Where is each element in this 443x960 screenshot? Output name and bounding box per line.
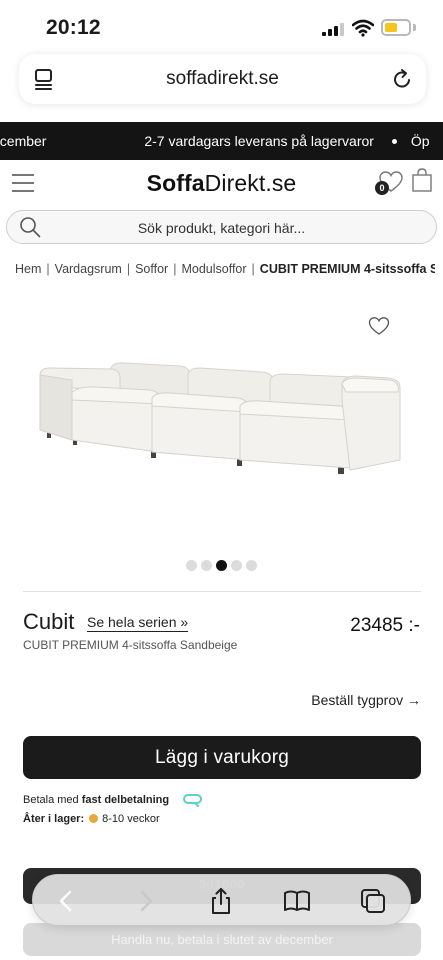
address-bar[interactable]: soffadirekt.se	[19, 54, 426, 104]
battery-icon	[381, 19, 411, 36]
product-image[interactable]	[0, 300, 443, 540]
payment-provider-icon	[183, 794, 202, 807]
browser-toolbar	[32, 874, 411, 926]
stock-status-dot	[89, 814, 99, 823]
logo-part-1: Soffa	[146, 170, 205, 196]
restock-label: Åter i lager:	[23, 813, 85, 825]
status-bar: 20:12	[0, 0, 443, 52]
logo-part-2: Direkt.se	[204, 170, 297, 196]
promo-banner: ecember 2-7 vardagars leverans på lagerv…	[0, 122, 443, 160]
bookmarks-icon[interactable]	[283, 887, 311, 915]
breadcrumb-sofas[interactable]: Soffor	[135, 262, 168, 276]
carousel-dot[interactable]	[246, 560, 257, 571]
breadcrumb-current: CUBIT PREMIUM 4-sitssoffa Sandbeige	[259, 262, 435, 276]
product-name: Cubit	[23, 609, 75, 634]
promo-separator	[391, 138, 397, 144]
divider	[23, 591, 421, 592]
bottom-banner[interactable]: Handla nu, betala i slutet av december	[23, 923, 421, 956]
promo-message-3: Öp	[410, 133, 430, 149]
payment-prefix: Betala med	[23, 794, 82, 806]
search-input[interactable]: Sök produkt, kategori här...	[6, 210, 437, 244]
forward-icon[interactable]	[131, 887, 159, 915]
status-time: 20:12	[46, 16, 101, 39]
breadcrumb-modular-sofas[interactable]: Modulsoffor	[181, 262, 246, 276]
carousel-dot-active[interactable]	[216, 560, 227, 571]
restock-value: 8-10 veckor	[102, 813, 160, 825]
carousel-dot[interactable]	[201, 560, 212, 571]
back-icon[interactable]	[53, 887, 81, 915]
payment-method: fast delbetalning	[81, 794, 170, 806]
product-price: 23485 :-	[350, 615, 420, 636]
wishlist-count-badge: 0	[375, 181, 389, 195]
cart-bag-icon[interactable]	[411, 168, 433, 192]
carousel-dot[interactable]	[186, 560, 197, 571]
share-icon[interactable]	[207, 887, 235, 915]
promo-message-2: 2-7 vardagars leverans på lagervaror	[144, 133, 374, 149]
carousel-dots	[0, 558, 443, 571]
see-series-link[interactable]: Se hela serien »	[87, 614, 189, 632]
wifi-icon	[352, 19, 374, 37]
breadcrumb-home[interactable]: Hem	[15, 262, 41, 276]
payment-info: Betala med fast delbetalning	[23, 794, 169, 806]
product-variant: CUBIT PREMIUM 4-sitssoffa Sandbeige	[23, 638, 238, 652]
breadcrumb: Hem | Vardagsrum | Soffor | Modulsoffor | CUBIT …	[15, 262, 435, 276]
carousel-dot[interactable]	[231, 560, 242, 571]
tabs-icon[interactable]	[359, 887, 387, 915]
reload-icon[interactable]	[390, 67, 414, 91]
signal-icon	[322, 22, 344, 36]
order-fabric-sample-link[interactable]: Beställ tygprov →	[311, 692, 421, 708]
add-to-cart-button[interactable]: Lägg i varukorg	[23, 736, 421, 779]
breadcrumb-living-room[interactable]: Vardagsrum	[55, 262, 122, 276]
search-placeholder: Sök produkt, kategori här...	[137, 220, 306, 236]
battery-tip	[413, 24, 416, 31]
product-wishlist-heart-icon[interactable]	[368, 316, 390, 336]
promo-message-1: ecember	[0, 133, 47, 149]
url-text[interactable]: soffadirekt.se	[19, 68, 426, 90]
restock-info: Åter i lager: 8-10 veckor	[23, 813, 160, 825]
